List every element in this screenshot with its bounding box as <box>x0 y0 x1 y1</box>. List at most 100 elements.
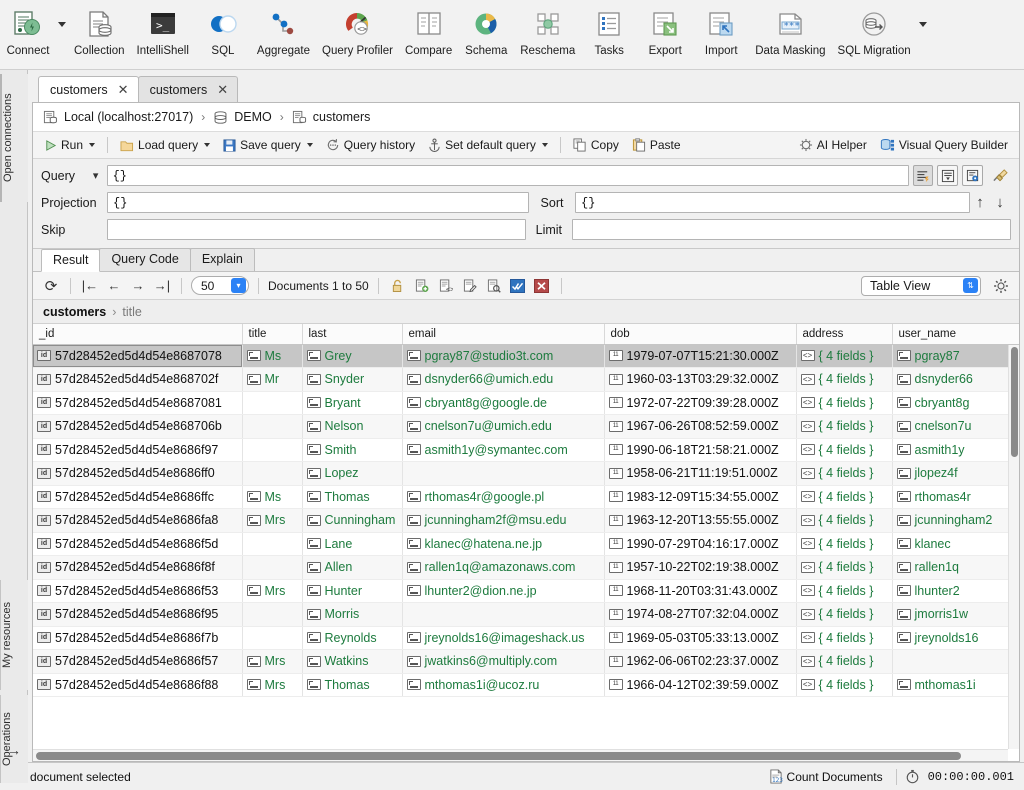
toolbar-button-connect[interactable]: Connect <box>0 4 56 57</box>
cell-user-name[interactable]: rallen1q <box>892 555 1019 580</box>
cell-email[interactable]: rallen1q@amazonaws.com <box>402 555 605 580</box>
cell-user-name[interactable]: dsnyder66 <box>892 367 1019 392</box>
cell-title[interactable]: Ms <box>242 485 303 509</box>
cell-email[interactable] <box>402 461 605 486</box>
cell-last[interactable]: Hunter <box>302 579 403 603</box>
path-collection[interactable]: customers <box>43 305 106 319</box>
cell-address[interactable]: <>{ 4 fields } <box>796 508 893 533</box>
cell-email[interactable]: cbryant8g@google.de <box>402 391 605 415</box>
cell-last[interactable]: Snyder <box>302 367 403 392</box>
cell-address[interactable]: <>{ 4 fields } <box>796 602 893 627</box>
table-row[interactable]: id 57d28452ed5d4d54e8686f7b Reynolds jreyno… <box>33 626 1019 650</box>
page-size-select[interactable]: 50 ▾ <box>191 276 249 295</box>
refresh-icon[interactable]: ⟳ <box>41 276 61 296</box>
horizontal-scrollbar[interactable] <box>33 749 1008 761</box>
cell-title[interactable] <box>242 391 303 415</box>
cell-last[interactable]: Thomas <box>302 485 403 509</box>
cell-dob[interactable]: 11 1983-12-09T15:34:55.000Z <box>604 485 797 509</box>
horizontal-scroll-thumb[interactable] <box>36 752 961 760</box>
column-header-id[interactable]: _id <box>33 324 243 345</box>
breadcrumb-collection[interactable]: customers <box>313 110 371 124</box>
chevron-down-icon[interactable]: ▾ <box>231 278 246 293</box>
count-documents-button[interactable]: 123 Count Documents <box>764 767 888 786</box>
visual-query-builder-button[interactable]: Visual Query Builder <box>875 136 1013 154</box>
close-icon[interactable]: ✕ <box>118 83 129 96</box>
table-row[interactable]: id 57d28452ed5d4d54e8686f95 Morris 11 1974-0… <box>33 602 1019 627</box>
prev-page-icon[interactable]: ← <box>104 276 124 296</box>
paste-button[interactable]: Paste <box>627 136 686 154</box>
cell-id[interactable]: id 57d28452ed5d4d54e8686f88 <box>33 673 243 697</box>
cell-title[interactable]: Mr <box>242 367 303 392</box>
cell-title[interactable] <box>242 414 303 439</box>
cell-id[interactable]: id 57d28452ed5d4d54e8686ff0 <box>33 461 243 486</box>
cell-user-name[interactable]: pgray87 <box>892 344 1019 368</box>
column-header-dob[interactable]: dob <box>604 324 797 345</box>
table-row[interactable]: id 57d28452ed5d4d54e8686ff0 Lopez 11 1958-06… <box>33 461 1019 486</box>
add-document-icon[interactable] <box>412 276 432 296</box>
cell-last[interactable]: Smith <box>302 438 403 462</box>
editor-tab-customers-1[interactable]: customers ✕ <box>38 76 139 102</box>
cell-user-name[interactable] <box>892 649 1019 674</box>
cell-id[interactable]: id 57d28452ed5d4d54e8687078 <box>33 344 243 368</box>
table-row[interactable]: id 57d28452ed5d4d54e8686f53 Mrs Hunter lhunt… <box>33 579 1019 603</box>
cell-title[interactable] <box>242 532 303 556</box>
cell-title[interactable] <box>242 626 303 650</box>
cell-id[interactable]: id 57d28452ed5d4d54e8686f57 <box>33 649 243 674</box>
cell-title[interactable]: Mrs <box>242 673 303 697</box>
cell-id[interactable]: id 57d28452ed5d4d54e868702f <box>33 367 243 392</box>
cell-user-name[interactable]: jcunningham2 <box>892 508 1019 533</box>
toolbar-button-compare[interactable]: Compare <box>399 4 458 57</box>
cell-dob[interactable]: 11 1969-05-03T05:33:13.000Z <box>604 626 797 650</box>
cell-dob[interactable]: 11 1962-06-06T02:23:37.000Z <box>604 649 797 674</box>
cell-address[interactable]: <>{ 4 fields } <box>796 555 893 580</box>
vertical-scrollbar[interactable] <box>1008 345 1019 749</box>
cell-dob[interactable]: 11 1990-07-29T04:16:17.000Z <box>604 532 797 556</box>
limit-input[interactable] <box>571 219 1011 240</box>
table-row[interactable]: id 57d28452ed5d4d54e868706b Nelson cnelson7… <box>33 414 1019 439</box>
sort-input[interactable] <box>575 192 970 213</box>
load-query-caret-icon[interactable] <box>204 143 211 147</box>
cell-title[interactable] <box>242 438 303 462</box>
cell-id[interactable]: id 57d28452ed5d4d54e8686f7b <box>33 626 243 650</box>
cell-id[interactable]: id 57d28452ed5d4d54e8686fa8 <box>33 508 243 533</box>
cell-address[interactable]: <>{ 4 fields } <box>796 532 893 556</box>
cell-address[interactable]: <>{ 4 fields } <box>796 649 893 674</box>
cell-email[interactable]: mthomas1i@ucoz.ru <box>402 673 605 697</box>
column-header-last[interactable]: last <box>302 324 403 345</box>
set-default-query-caret-icon[interactable] <box>541 143 548 147</box>
cell-email[interactable]: lhunter2@dion.ne.jp <box>402 579 605 603</box>
result-settings-gear-icon[interactable] <box>991 276 1011 296</box>
cell-dob[interactable]: 11 1972-07-22T09:39:28.000Z <box>604 391 797 415</box>
cell-email[interactable]: dsnyder66@umich.edu <box>402 367 605 392</box>
toolbar-button-collection[interactable]: Collection <box>68 4 131 57</box>
cell-last[interactable]: Allen <box>302 555 403 580</box>
query-input[interactable] <box>106 165 909 186</box>
cell-last[interactable]: Bryant <box>302 391 403 415</box>
cell-user-name[interactable]: mthomas1i <box>892 673 1019 697</box>
cell-title[interactable] <box>242 602 303 627</box>
cell-dob[interactable]: 11 1968-11-20T03:31:43.000Z <box>604 579 797 603</box>
breadcrumb-database[interactable]: DEMO <box>234 110 272 124</box>
save-query-button[interactable]: Save query <box>218 136 318 154</box>
rail-tab-operations[interactable]: Operations <box>0 695 28 783</box>
cell-address[interactable]: <>{ 4 fields } <box>796 414 893 439</box>
cell-dob[interactable]: 11 1963-12-20T13:55:55.000Z <box>604 508 797 533</box>
path-field[interactable]: title <box>122 305 141 319</box>
cell-dob[interactable]: 11 1957-10-22T02:19:38.000Z <box>604 555 797 580</box>
table-row[interactable]: id 57d28452ed5d4d54e868702f Mr Snyder dsnyde… <box>33 367 1019 392</box>
query-options-button[interactable] <box>962 165 984 186</box>
confirm-edits-icon[interactable] <box>508 276 528 296</box>
toolbar-button-schema[interactable]: Schema <box>458 4 514 57</box>
cell-id[interactable]: id 57d28452ed5d4d54e868706b <box>33 414 243 439</box>
tab-query-code[interactable]: Query Code <box>99 248 191 271</box>
cell-dob[interactable]: 11 1979-07-07T15:21:30.000Z <box>604 344 797 368</box>
cell-email[interactable]: asmith1y@symantec.com <box>402 438 605 462</box>
edit-document-icon[interactable] <box>460 276 480 296</box>
last-page-icon[interactable]: →| <box>152 276 172 296</box>
cancel-edits-icon[interactable] <box>532 276 552 296</box>
cell-title[interactable] <box>242 461 303 486</box>
table-row[interactable]: id 57d28452ed5d4d54e8686f8f Allen rallen1q@… <box>33 555 1019 580</box>
chevron-updown-icon[interactable]: ⇅ <box>963 278 978 293</box>
cell-email[interactable]: pgray87@studio3t.com <box>402 344 605 368</box>
cell-address[interactable]: <>{ 4 fields } <box>796 626 893 650</box>
